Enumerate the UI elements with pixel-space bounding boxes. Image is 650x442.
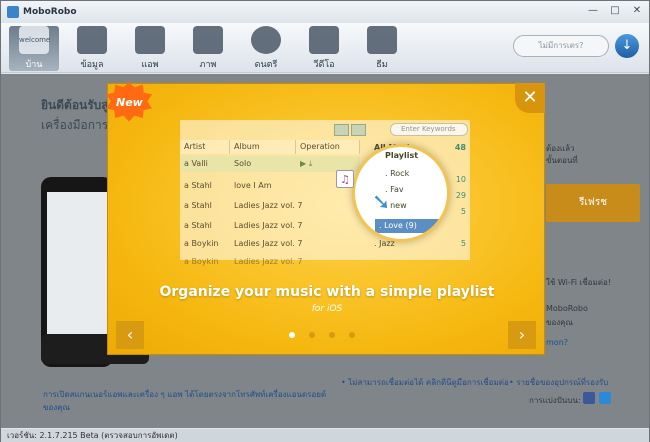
table-row: a Stahl love I Am (180, 178, 360, 194)
welcome-home-icon: welcome (19, 26, 50, 54)
slide-subline: for iOS (311, 304, 343, 314)
tab-music-label: ดนตรี (254, 60, 278, 70)
lens-playlist: Playlist (385, 151, 419, 160)
music-icon (251, 26, 281, 54)
slide-headline: Organize your music with a simple playli… (159, 284, 495, 300)
contacts-icon (77, 26, 107, 54)
minimize-button[interactable]: — (587, 5, 599, 17)
share-label: การแบ่งปันบน: (529, 396, 581, 405)
col-artist: Artist (180, 140, 230, 154)
table-row: a Stahl Ladies Jazz vol. 7 (180, 218, 360, 234)
twitter-icon[interactable] (599, 392, 611, 404)
tab-home-label: บ้าน (25, 60, 43, 70)
keyword-search-field: Enter Keywords (390, 123, 468, 136)
cell-album: love I Am (234, 181, 272, 190)
tab-apps[interactable]: แอพ (125, 26, 175, 71)
list-view-icon (334, 124, 349, 136)
tab-theme[interactable]: ธีม (357, 26, 407, 71)
col-operation: Operation (296, 140, 360, 154)
download-icon[interactable]: ↓ (615, 34, 639, 58)
footer-link-right[interactable]: • รายชื่อของอุปกรณ์ที่รองรับ (509, 376, 608, 389)
previous-slide-button[interactable]: ‹ (116, 321, 144, 349)
cell-album: Ladies Jazz vol. 7 (234, 257, 303, 266)
tab-home[interactable]: welcome บ้าน (9, 26, 59, 71)
apps-icon (135, 26, 165, 54)
footer-link-left[interactable]: การเปิดสแกนเนอร์แอพและเครื่อง ๆ แอพ ได้โ… (43, 388, 333, 414)
cell-artist: a Boykin (184, 239, 219, 248)
tab-music[interactable]: ดนตรี (241, 26, 291, 71)
dialog-close-button[interactable]: ✕ (515, 83, 545, 113)
footer-link-mid[interactable]: • ไม่สามารถเชื่อมต่อได้ คลิกดีนีดูมือการ… (341, 376, 509, 389)
connect-status-box[interactable]: ไม่มีการเตร? (513, 35, 609, 57)
lens-love-selected: . Love (9) (375, 219, 447, 233)
cell-artist: a Stahl (184, 201, 212, 210)
col-album: Album (230, 140, 296, 154)
table-row: a Boykin Ladies Jazz vol. 7 (180, 254, 360, 270)
cell-album: Solo (234, 159, 252, 168)
slide-dot[interactable] (349, 332, 355, 338)
cell-album: Ladies Jazz vol. 7 (234, 201, 303, 210)
lens-rock: . Rock (385, 169, 410, 178)
slide-dot[interactable] (309, 332, 315, 338)
music-file-icon: ♫ (336, 170, 354, 188)
photos-icon (193, 26, 223, 54)
feature-tour-dialog: New ✕ Enter Keywords Artist Album Operat… (106, 82, 545, 355)
app-window: MoboRobo — □ ✕ welcome บ้าน ข้อมูล แอพ ภ… (0, 0, 650, 442)
app-title: MoboRobo (23, 7, 77, 17)
welcome-subheading: เครื่องมือการ (41, 118, 109, 132)
tab-theme-label: ธีม (376, 60, 388, 70)
arrow-icon: ➘ (372, 190, 391, 215)
tab-apps-label: แอพ (141, 60, 159, 70)
table-row: a Stahl Ladies Jazz vol. 7 (180, 198, 360, 214)
theme-icon (367, 26, 397, 54)
cell-artist: a Stahl (184, 181, 212, 190)
new-badge-label: New (116, 96, 143, 109)
table-row: a Valli Solo ▶ ⤓ (180, 156, 360, 172)
video-icon (309, 26, 339, 54)
next-slide-button[interactable]: › (508, 321, 536, 349)
cell-artist: a Boykin (184, 257, 219, 266)
cell-album: Ladies Jazz vol. 7 (234, 239, 303, 248)
tab-data[interactable]: ข้อมูล (67, 26, 117, 71)
slide-dot[interactable] (289, 332, 295, 338)
main-toolbar: welcome บ้าน ข้อมูล แอพ ภาพ ดนตรี วีดีโอ… (1, 23, 649, 73)
phone-screen (47, 192, 107, 342)
welcome-heading: ยินดีต้อนรับสู่ (41, 98, 109, 112)
side-text: ใช้ Wi-Fi เชื่อมต่อ! (546, 278, 611, 287)
playlist-magnifier: Playlist . Rock . Fav . new . Love (9) (352, 144, 450, 242)
tab-data-label: ข้อมูล (80, 60, 104, 70)
side-text: MoboRobo (546, 304, 588, 313)
close-button[interactable]: ✕ (631, 5, 643, 17)
side-text: ของคุณ (546, 318, 573, 327)
grid-view-icon (351, 124, 366, 136)
help-link[interactable]: mon? (546, 338, 568, 347)
facebook-icon[interactable] (583, 392, 595, 404)
tab-photos[interactable]: ภาพ (183, 26, 233, 71)
maximize-button[interactable]: □ (609, 5, 621, 17)
title-bar: MoboRobo — □ ✕ (1, 1, 649, 23)
tab-video[interactable]: วีดีโอ (299, 26, 349, 71)
tab-photos-label: ภาพ (199, 60, 217, 70)
slide-dot[interactable] (329, 332, 335, 338)
side-text: ขั้นตอนที่ (546, 156, 578, 165)
refresh-button[interactable]: รีเฟรช (546, 184, 640, 222)
cell-album: Ladies Jazz vol. 7 (234, 221, 303, 230)
tab-video-label: วีดีโอ (313, 60, 335, 70)
table-header: Artist Album Operation (180, 140, 360, 154)
cell-artist: a Stahl (184, 221, 212, 230)
slide-indicator (289, 332, 355, 338)
table-row: a Boykin Ladies Jazz vol. 7 (180, 236, 360, 252)
cell-artist: a Valli (184, 159, 208, 168)
status-bar: เวอร์ชัน: 2.1.7.215 Beta (ตรวจสอบการอัพเ… (1, 429, 649, 442)
app-logo-icon (7, 6, 19, 18)
